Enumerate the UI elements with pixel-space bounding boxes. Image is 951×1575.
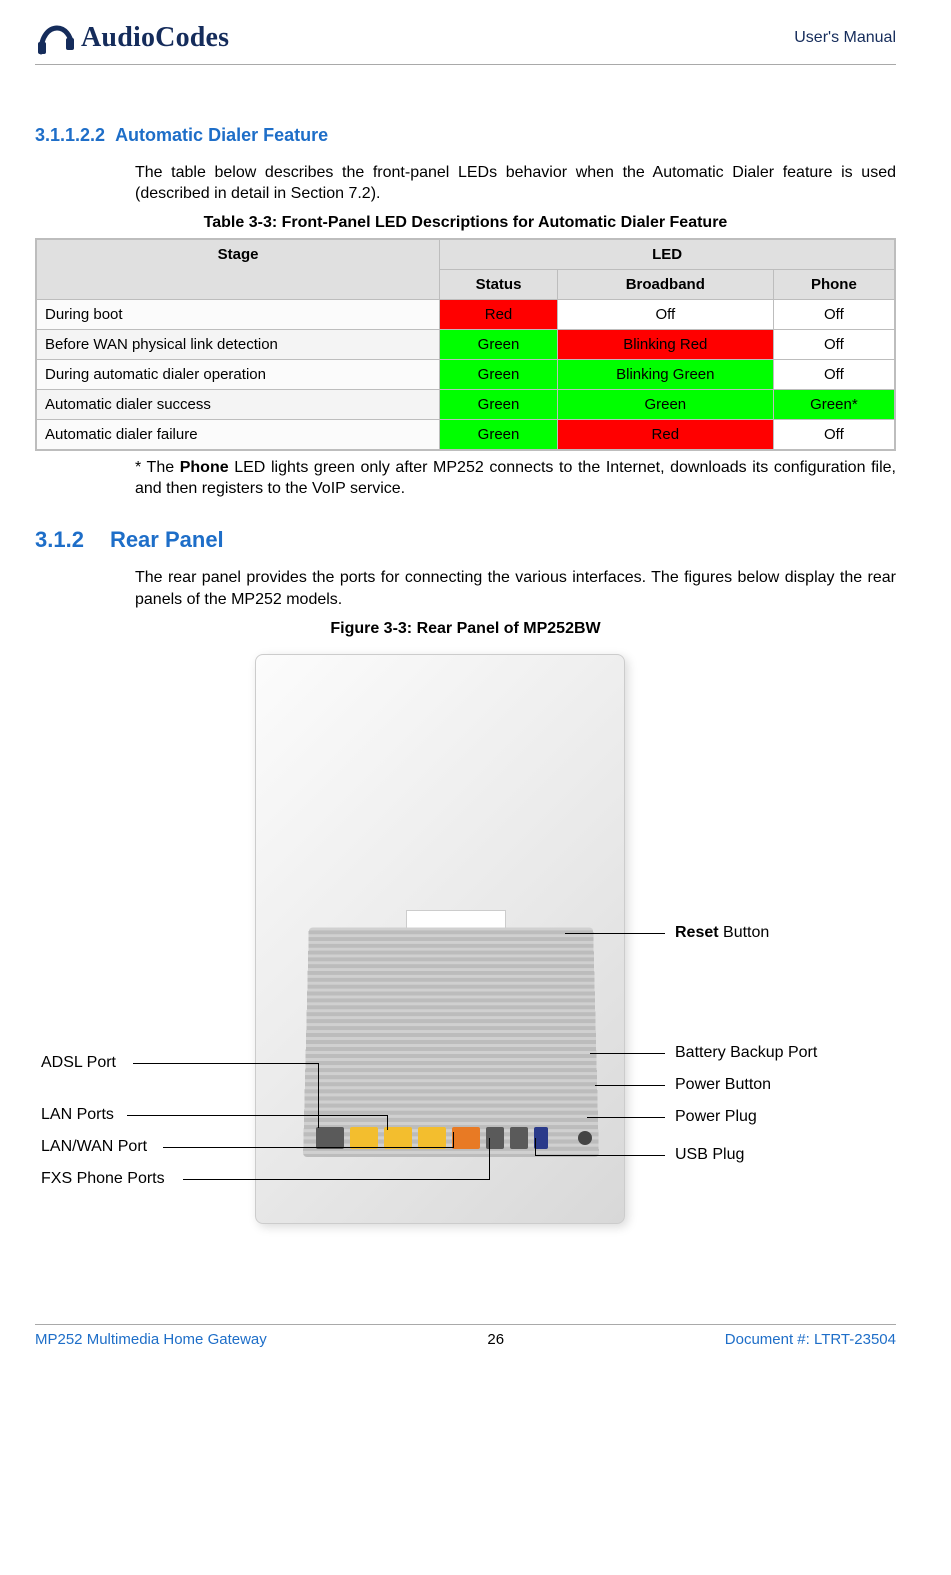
leader-line (127, 1115, 387, 1116)
cell-led: Off (557, 300, 773, 330)
port-row (316, 1127, 606, 1153)
leader-line (183, 1179, 489, 1180)
cell-stage: During boot (36, 300, 440, 330)
page-header: AudioCodes User's Manual (35, 18, 896, 65)
cell-led: Green (557, 390, 773, 420)
table-row: Automatic dialer failureGreenRedOff (36, 420, 895, 451)
cell-stage: Before WAN physical link detection (36, 330, 440, 360)
callout-usb: USB Plug (675, 1146, 744, 1164)
leader-line (453, 1132, 454, 1148)
callout-reset: Reset Button (675, 924, 769, 942)
phone-port-icon (510, 1127, 528, 1149)
device-vents (303, 927, 599, 1157)
adsl-port-icon (316, 1127, 344, 1149)
leader-line (133, 1063, 318, 1064)
power-plug-icon (578, 1131, 592, 1145)
table-row: Automatic dialer successGreenGreenGreen* (36, 390, 895, 420)
leader-line (595, 1085, 665, 1086)
section-number: 3.1.2 (35, 527, 84, 553)
th-led: LED (440, 239, 895, 270)
cell-led: Red (440, 300, 558, 330)
cell-led: Green (440, 360, 558, 390)
callout-power-plug: Power Plug (675, 1108, 757, 1126)
cell-led: Green (440, 390, 558, 420)
cell-led: Green* (773, 390, 895, 420)
footer-right: Document #: LTRT-23504 (725, 1331, 896, 1348)
device-illustration (255, 654, 625, 1224)
cell-led: Green (440, 330, 558, 360)
th-phone: Phone (773, 270, 895, 300)
th-broadband: Broadband (557, 270, 773, 300)
leader-line (590, 1053, 665, 1054)
rear-panel-figure: Reset Button Battery Backup Port Power B… (35, 644, 896, 1254)
callout-battery: Battery Backup Port (675, 1044, 817, 1062)
footer-page-number: 26 (487, 1331, 504, 1348)
cell-led: Green (440, 420, 558, 451)
cell-led: Off (773, 330, 895, 360)
callout-lanwan: LAN/WAN Port (41, 1138, 147, 1156)
cell-led: Blinking Green (557, 360, 773, 390)
footnote-lead: * The (135, 459, 180, 476)
leader-line (587, 1117, 665, 1118)
cell-stage: During automatic dialer operation (36, 360, 440, 390)
section-title: Automatic Dialer Feature (115, 125, 328, 146)
section-heading-31122: 3.1.1.2.2 Automatic Dialer Feature (35, 125, 896, 146)
cell-led: Off (773, 300, 895, 330)
lan-port-icon (384, 1127, 412, 1149)
lan-port-icon (350, 1127, 378, 1149)
leader-line (535, 1138, 536, 1156)
cell-led: Blinking Red (557, 330, 773, 360)
callout-power-button: Power Button (675, 1076, 771, 1094)
brand-logo: AudioCodes (35, 18, 229, 58)
section-intro-312: The rear panel provides the ports for co… (135, 567, 896, 609)
leader-line (163, 1147, 453, 1148)
th-status: Status (440, 270, 558, 300)
callout-reset-bold: Reset (675, 924, 719, 941)
leader-line (565, 933, 665, 934)
section-intro-31122: The table below describes the front-pane… (135, 162, 896, 204)
section-number: 3.1.1.2.2 (35, 125, 105, 146)
cell-led: Off (773, 420, 895, 451)
table-row: Before WAN physical link detectionGreenB… (36, 330, 895, 360)
brand-name: AudioCodes (81, 22, 229, 54)
callout-fxs: FXS Phone Ports (41, 1170, 165, 1188)
footnote-rest: LED lights green only after MP252 connec… (135, 459, 896, 497)
section-heading-312: 3.1.2 Rear Panel (35, 527, 896, 553)
lanwan-port-icon (452, 1127, 480, 1149)
cell-led: Off (773, 360, 895, 390)
figure-caption: Figure 3-3: Rear Panel of MP252BW (35, 620, 896, 638)
page-footer: MP252 Multimedia Home Gateway 26 Documen… (35, 1324, 896, 1348)
leader-line (318, 1063, 319, 1128)
section-title: Rear Panel (110, 527, 224, 553)
doc-type: User's Manual (794, 29, 896, 47)
table-row: During automatic dialer operationGreenBl… (36, 360, 895, 390)
table-caption: Table 3-3: Front-Panel LED Descriptions … (35, 214, 896, 232)
table-row: During bootRedOffOff (36, 300, 895, 330)
leader-line (387, 1115, 388, 1130)
cell-stage: Automatic dialer failure (36, 420, 440, 451)
th-stage: Stage (36, 239, 440, 300)
callout-lan: LAN Ports (41, 1106, 114, 1124)
cell-stage: Automatic dialer success (36, 390, 440, 420)
callout-adsl: ADSL Port (41, 1054, 116, 1072)
audiocodes-icon (35, 18, 77, 58)
footer-left: MP252 Multimedia Home Gateway (35, 1331, 267, 1348)
usb-port-icon (534, 1127, 548, 1149)
table-footnote: * The Phone LED lights green only after … (135, 457, 896, 499)
cell-led: Red (557, 420, 773, 451)
footnote-bold: Phone (180, 459, 229, 476)
leader-line (489, 1138, 490, 1180)
leader-line (535, 1155, 665, 1156)
led-table: Stage LED Status Broadband Phone During … (35, 238, 896, 451)
callout-reset-rest: Button (719, 924, 770, 941)
lan-port-icon (418, 1127, 446, 1149)
